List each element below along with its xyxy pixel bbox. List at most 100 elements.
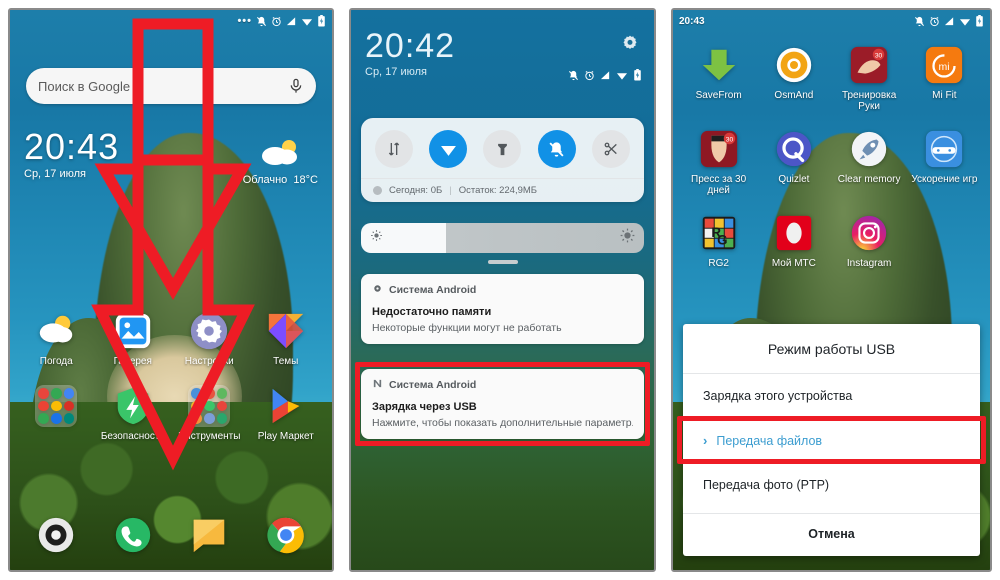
data-transfer-tile[interactable] <box>375 130 414 168</box>
google-search-bar[interactable]: Поиск в Google <box>26 68 316 104</box>
dialog-option-ptp[interactable]: Передача фото (PTP) <box>683 463 980 507</box>
svg-text:mi: mi <box>939 61 950 73</box>
app-rg2[interactable]: RG RG2 <box>681 212 756 269</box>
shade-drag-handle[interactable] <box>487 260 518 264</box>
android-n-icon <box>372 378 383 392</box>
alarm-icon <box>584 68 595 86</box>
app-google-folder[interactable] <box>18 385 95 442</box>
app-gallery[interactable]: Галерея <box>95 310 172 367</box>
app-themes[interactable]: Темы <box>248 310 325 367</box>
gear-icon[interactable] <box>620 34 640 54</box>
battery-charging-icon <box>317 15 326 27</box>
svg-text:G: G <box>717 232 727 247</box>
phone-panel-home: ••• Поиск в Google 20:43 Ср, 17 июля Обл… <box>8 8 334 572</box>
app-label: Темы <box>273 356 299 367</box>
phone-panel-usb-dialog: 20:43 SaveFrom OsmAnd 30 Тренировка Руки… <box>671 8 992 572</box>
app-label: Пресс за 30 дней <box>691 174 747 196</box>
weather-widget[interactable]: Облачно 18°C <box>243 138 318 186</box>
wifi-icon <box>301 16 313 27</box>
status-bar: ••• <box>10 10 332 32</box>
notification-title: Недостаточно памяти <box>372 306 492 318</box>
dialog-option-charging[interactable]: Зарядка этого устройства <box>683 374 980 418</box>
chrome-icon[interactable] <box>265 514 307 556</box>
phone-icon[interactable] <box>112 514 154 556</box>
home-app-grid: Погода Галерея Настройки Темы Безопаснос… <box>10 310 332 442</box>
camera-icon[interactable] <box>35 514 77 556</box>
notification-title: Зарядка через USB <box>372 401 477 413</box>
app-label: Тренировка Руки <box>841 90 897 112</box>
app-label: Quizlet <box>778 174 810 185</box>
quizlet-icon <box>773 128 815 170</box>
wifi-icon <box>616 68 628 86</box>
data-usage-remaining: Остаток: 224,9МБ <box>458 185 538 196</box>
app-play-store[interactable]: Play Маркет <box>248 385 325 442</box>
app-osmand[interactable]: OsmAnd <box>756 44 831 112</box>
dialog-option-label: Зарядка этого устройства <box>703 389 853 403</box>
drawer-app-grid: SaveFrom OsmAnd 30 Тренировка Руки mi Mi… <box>673 44 990 269</box>
messages-icon[interactable] <box>188 514 230 556</box>
osmand-icon <box>773 44 815 86</box>
game-turbo-icon <box>923 128 965 170</box>
app-quizlet[interactable]: Quizlet <box>756 128 831 196</box>
battery-charging-icon <box>633 68 642 86</box>
mts-icon <box>773 212 815 254</box>
shade-status-icons <box>568 68 642 86</box>
app-label: Play Маркет <box>257 431 314 442</box>
screenshot-tile[interactable] <box>591 130 630 168</box>
bell-muted-icon <box>914 16 925 27</box>
app-settings[interactable]: Настройки <box>171 310 248 367</box>
data-usage-icon <box>373 186 382 195</box>
settings-app-icon <box>188 310 230 352</box>
flashlight-tile[interactable] <box>483 130 522 168</box>
usb-mode-dialog: Режим работы USB Зарядка этого устройств… <box>683 324 980 556</box>
app-label: Галерея <box>113 356 152 367</box>
notification-usb-charging[interactable]: Система Android Зарядка через USB Нажмит… <box>361 369 644 439</box>
dialog-option-label: Передача фото (PTP) <box>703 478 830 492</box>
android-system-icon <box>372 283 383 297</box>
app-label: Инструменты <box>178 431 241 442</box>
app-mifit[interactable]: mi Mi Fit <box>907 44 982 112</box>
security-app-icon <box>112 385 154 427</box>
clock-widget[interactable]: 20:43 Ср, 17 июля <box>24 126 120 181</box>
app-mts[interactable]: Мой МТС <box>756 212 831 269</box>
app-weather[interactable]: Погода <box>18 310 95 367</box>
app-security[interactable]: Безопасность <box>95 385 172 442</box>
clock-date: Ср, 17 июля <box>24 168 86 180</box>
app-game-turbo[interactable]: Ускорение игр <box>907 128 982 196</box>
weather-temperature: 18°C <box>293 174 318 186</box>
silent-tile[interactable] <box>537 130 576 168</box>
chevron-right-icon: › <box>703 433 708 448</box>
notification-low-memory[interactable]: Система Android Недостаточно памяти Неко… <box>361 274 644 344</box>
data-usage-separator: | <box>449 185 452 196</box>
more-dots-icon: ••• <box>237 15 252 27</box>
arm-workout-icon: 30 <box>848 44 890 86</box>
data-usage-bar[interactable]: Сегодня: 0Б | Остаток: 224,9МБ <box>361 178 644 202</box>
dialog-option-file-transfer[interactable]: › Передача файлов <box>683 418 980 463</box>
app-clear-memory[interactable]: Clear memory <box>832 128 907 196</box>
app-savefrom[interactable]: SaveFrom <box>681 44 756 112</box>
app-instagram[interactable]: Instagram <box>832 212 907 269</box>
wifi-icon <box>959 16 971 27</box>
svg-text:30: 30 <box>875 52 883 59</box>
notification-app-name: Система Android <box>389 284 477 296</box>
wifi-tile[interactable] <box>429 130 468 168</box>
quick-settings-card: Сегодня: 0Б | Остаток: 224,9МБ <box>361 118 644 202</box>
app-abs-workout[interactable]: 30 Пресс за 30 дней <box>681 128 756 196</box>
gallery-app-icon <box>112 310 154 352</box>
themes-app-icon <box>265 310 307 352</box>
dialog-cancel-button[interactable]: Отмена <box>683 513 980 556</box>
search-input-placeholder[interactable]: Поиск в Google <box>38 79 288 94</box>
app-label: SaveFrom <box>695 90 742 101</box>
status-bar-time: 20:43 <box>679 15 705 27</box>
rubiks-cube-icon: RG <box>698 212 740 254</box>
data-usage-today: Сегодня: 0Б <box>389 185 443 196</box>
brightness-low-icon <box>370 229 383 247</box>
clock-time: 20:43 <box>24 126 120 167</box>
app-tools-folder[interactable]: Инструменты <box>171 385 248 442</box>
microphone-icon[interactable] <box>288 78 304 94</box>
brightness-high-icon <box>620 228 635 248</box>
app-arm-workout[interactable]: 30 Тренировка Руки <box>832 44 907 112</box>
app-label: Clear memory <box>837 174 901 185</box>
bell-muted-icon <box>256 16 267 27</box>
brightness-slider[interactable] <box>361 223 644 253</box>
